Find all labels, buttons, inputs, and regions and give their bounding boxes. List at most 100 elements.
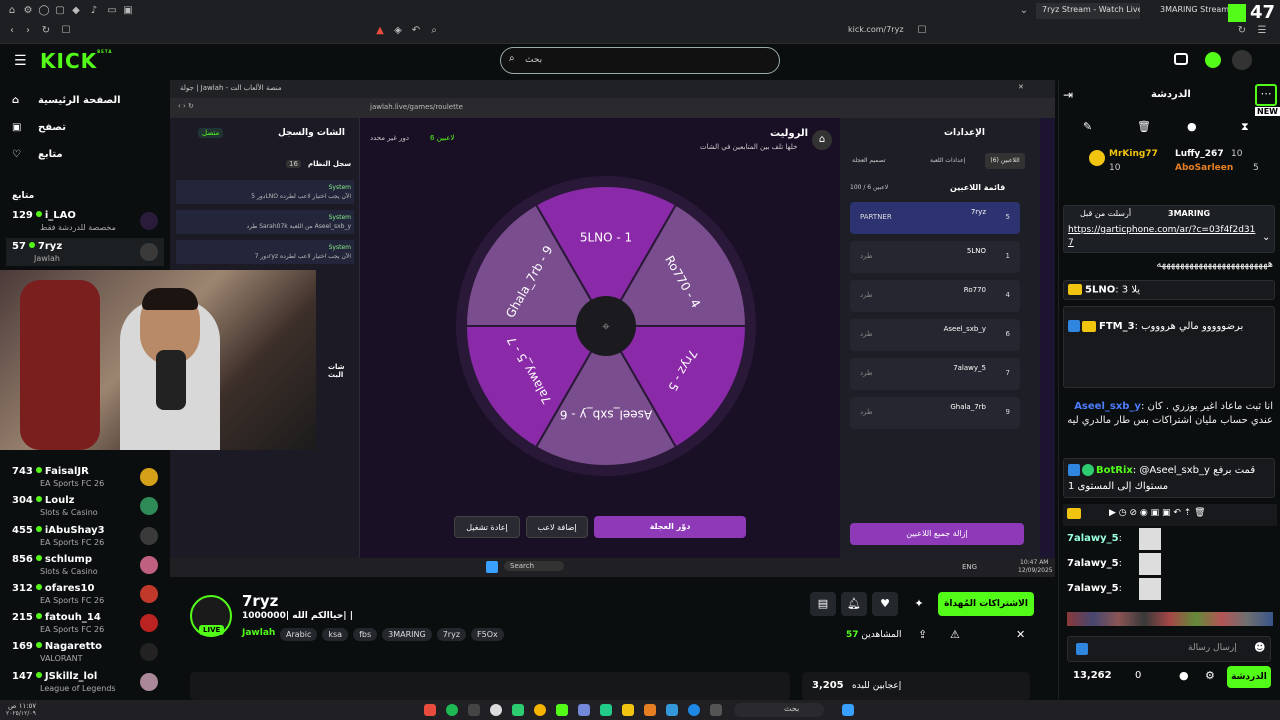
pinned-message[interactable]: 3MARING أرسلت من قبل https://garticphone… [1063, 205, 1275, 253]
roulette-wheel[interactable]: 5LNO - 1Ro770 - 47ryz - 5Aseel_sxb_y - 6… [456, 176, 756, 476]
emoji-icon[interactable]: ☻ [1254, 641, 1265, 654]
app-icon[interactable] [512, 704, 524, 716]
folder-icon[interactable] [622, 704, 634, 716]
tab-3maring[interactable]: 3MARING Stream - Watc [1154, 3, 1230, 19]
player-row[interactable]: 7ryz 5 PARTNER [850, 202, 1020, 234]
collapse-chat-icon[interactable]: ⇥ [1063, 88, 1073, 102]
hamburger-icon[interactable]: ☰ [14, 53, 27, 69]
chat-username[interactable]: 7alawy_5 [1067, 533, 1119, 544]
sidebar-item-browse[interactable]: ▣ تصفح [12, 122, 66, 133]
app-icon[interactable] [666, 704, 678, 716]
hourglass-icon[interactable]: ⧗ [1241, 120, 1249, 134]
streamer-name[interactable]: 7ryz [242, 592, 278, 610]
kick-logo[interactable]: KICKBETA [40, 49, 112, 73]
music-icon[interactable]: ♪ [88, 5, 100, 17]
chrome-icon[interactable] [534, 704, 546, 716]
add-player-button[interactable]: إضافة لاعب [526, 516, 588, 538]
kick-player-button[interactable]: طرد [860, 252, 873, 260]
bookmark-icon[interactable]: ☐ [60, 25, 72, 37]
home-icon[interactable]: ⌂ [812, 130, 832, 150]
send-chat-button[interactable]: الدردشة [1227, 666, 1271, 688]
brave-icon[interactable] [424, 704, 436, 716]
mute-icon[interactable]: ✕ [1016, 628, 1025, 641]
following-channel[interactable]: 147 JSkillz_lol League of Legends [12, 671, 162, 695]
chat-message[interactable]: FTM_3: برضووووو مالي هروووب [1063, 306, 1275, 388]
app-icon[interactable] [468, 704, 480, 716]
tag[interactable]: 3MARING [382, 628, 432, 641]
following-channel[interactable]: 215 fatouh_14 EA Sports FC 26 [12, 612, 162, 636]
restart-button[interactable]: إعادة تشغيل [454, 516, 520, 538]
tab-game-settings[interactable]: إعدادات اللعبة [930, 157, 965, 164]
kick-player-button[interactable]: طرد [860, 408, 873, 416]
share-icon[interactable]: ⇪ [918, 628, 927, 641]
shield-icon[interactable]: ◈ [392, 25, 404, 37]
reload-icon[interactable]: ↻ [40, 25, 52, 37]
settings-icon[interactable]: ⚙ [22, 5, 34, 17]
tag[interactable]: F5Ox [471, 628, 504, 641]
following-channel[interactable]: 743 FaisalJR EA Sports FC 26 [12, 466, 162, 490]
following-channel[interactable]: 312 ofares10 EA Sports FC 26 [12, 583, 162, 607]
chat-message[interactable]: 5LNO: يلا 3 [1063, 280, 1275, 300]
pin-icon[interactable]: ◆ [70, 5, 82, 17]
emote-strip[interactable] [1067, 612, 1273, 626]
tab-kick-stream[interactable]: 7ryz Stream - Watch Live on Kick [1036, 3, 1140, 19]
windows-start-icon[interactable] [842, 704, 854, 716]
remove-all-players-button[interactable]: إزالة جميع اللاعبين [850, 523, 1024, 545]
player-row[interactable]: Ro770 4 طرد [850, 280, 1020, 312]
forward-icon[interactable]: › [22, 25, 34, 37]
chat-bubble-icon[interactable]: ● [1187, 120, 1197, 133]
home-icon[interactable]: ⌂ [6, 5, 18, 17]
tab-wheel-design[interactable]: تصميم العجلة [852, 157, 886, 164]
chat-input[interactable]: إرسال رسالة ☻ [1067, 636, 1271, 662]
search-icon[interactable]: ⌕ [428, 25, 440, 37]
instagram-icon[interactable]: ▢ [54, 5, 66, 17]
spin-button[interactable]: دوّر العجلة [594, 516, 746, 538]
kick-coin-icon[interactable] [1205, 52, 1221, 68]
chat-message[interactable]: BotRix: @Aseel_sxb_y قمت برفع مستواك إلى… [1063, 458, 1275, 498]
menu-icon[interactable]: ☰ [1256, 25, 1268, 37]
taskbar-search[interactable]: Search [504, 561, 565, 571]
tab-list-icon[interactable]: ⌄ [1018, 5, 1030, 17]
following-channel[interactable]: 169 Nagaretto VALORANT [12, 641, 162, 665]
brave-icon[interactable]: ▲ [374, 25, 386, 37]
pinned-link[interactable]: https://garticphone.com/ar/?c=03f4f2d317 [1068, 224, 1258, 250]
share-icon[interactable]: ↶ [410, 25, 422, 37]
chat-username[interactable]: 7alawy_5 [1067, 558, 1119, 569]
whatsapp-icon[interactable]: ◯ [38, 5, 50, 17]
following-channel[interactable]: 856 schlump Slots & Casino [12, 554, 162, 578]
sparkle-icon[interactable]: ✦ [906, 592, 932, 616]
tag[interactable]: fbs [353, 628, 378, 641]
chat-message[interactable]: 7alawy_5: [1067, 528, 1273, 550]
stream-category[interactable]: Jawlah [242, 628, 275, 638]
following-channel[interactable]: 455 iAbuShay3 EA Sports FC 26 [12, 525, 162, 549]
tag[interactable]: 7ryz [436, 628, 467, 641]
kick-player-button[interactable]: طرد [860, 291, 873, 299]
kick-icon[interactable] [556, 704, 568, 716]
chat-username[interactable]: FTM_3 [1099, 321, 1135, 332]
bookmark-star-icon[interactable]: ☐ [916, 25, 928, 37]
bell-icon[interactable]: 🔔︎ [841, 592, 867, 616]
player-row[interactable]: 5LNO 1 طرد [850, 241, 1020, 273]
channel-points[interactable]: 13,262 [1073, 670, 1112, 681]
discord-icon[interactable] [578, 704, 590, 716]
tag[interactable]: Arabic [280, 628, 318, 641]
following-channel[interactable]: 57 7ryz Jawlah [6, 238, 164, 266]
chat-message[interactable]: Aseel_sxb_y: انا ثبت ماعاد اغير يوزري . … [1067, 400, 1273, 428]
drops-icon[interactable] [1174, 53, 1188, 65]
avatar[interactable] [1232, 50, 1252, 70]
address-bar[interactable]: kick.com/7ryz [848, 25, 904, 34]
player-row[interactable]: 7alawy_5 7 طرد [850, 358, 1020, 390]
chat-username[interactable]: BotRix [1096, 465, 1133, 476]
app-icon[interactable] [600, 704, 612, 716]
clip-icon[interactable]: ▤ [810, 592, 836, 616]
chat-message[interactable]: ههههههههههههههههههههههههه [1067, 258, 1273, 272]
pin-icon[interactable]: ✎ [1083, 120, 1092, 133]
os-search[interactable]: بحث [734, 703, 824, 717]
sidebar-item-home[interactable]: ⌂ الصفحة الرئيسية [12, 95, 121, 106]
kick-player-button[interactable]: طرد [860, 369, 873, 377]
chat-username[interactable]: 7alawy_5 [1067, 583, 1119, 594]
chevron-down-icon[interactable]: ⌄ [1262, 232, 1270, 243]
message-action-icons[interactable]: ▶ ◷ ⊘ ◉ ▣ ▣ ↶ ⇡ 🗑︎ [1109, 508, 1206, 518]
edge-icon[interactable] [688, 704, 700, 716]
refresh-icon[interactable]: ↻ [1236, 25, 1248, 37]
